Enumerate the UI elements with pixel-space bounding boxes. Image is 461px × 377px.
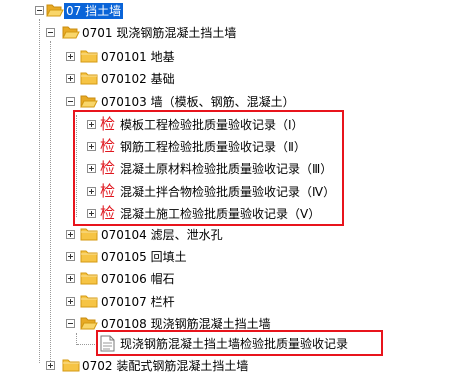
tree-node-label: 0701 现浇钢筋混凝土挡土墙	[82, 26, 237, 40]
expand-icon[interactable]	[87, 120, 96, 129]
doc-item-label: 混凝土施工检验批质量验收记录（Ⅴ）	[120, 207, 321, 221]
doc-item-070108[interactable]: 现浇钢筋混凝土挡土墙检验批质量验收记录	[0, 333, 461, 355]
doc-item[interactable]: 检 混凝土拌合物检验批质量验收记录（Ⅳ）	[0, 181, 461, 203]
doc-item-label: 混凝土拌合物检验批质量验收记录（Ⅳ）	[120, 185, 336, 199]
tree-node-label: 070102 基础	[101, 72, 175, 86]
folder-icon	[80, 270, 98, 285]
expand-icon[interactable]	[87, 164, 96, 173]
folder-icon	[62, 357, 80, 372]
tree-node-label: 0702 装配式钢筋混凝土挡土墙	[82, 359, 249, 373]
tree-node-label: 070105 回填土	[101, 250, 187, 264]
doc-item[interactable]: 检 混凝土施工检验批质量验收记录（Ⅴ）	[0, 203, 461, 225]
tree-node-070104[interactable]: 070104 滤层、泄水孔	[0, 224, 461, 246]
tree-node-label: 07 挡土墙	[64, 3, 124, 19]
tree-node-070102[interactable]: 070102 基础	[0, 68, 461, 90]
inspection-doc-icon: 检	[100, 182, 116, 200]
tree-node-070105[interactable]: 070105 回填土	[0, 246, 461, 268]
tree-node-label: 070106 帽石	[101, 272, 175, 286]
tree-node-label: 070101 地基	[101, 50, 175, 64]
doc-item-label: 混凝土原材料检验批质量验收记录（Ⅲ）	[120, 162, 333, 176]
expand-icon[interactable]	[87, 142, 96, 151]
doc-item-label: 钢筋工程检验批质量验收记录（Ⅱ）	[120, 140, 306, 154]
tree-node-label: 070104 滤层、泄水孔	[101, 228, 223, 242]
folder-icon	[80, 293, 98, 308]
tree-node-070103[interactable]: 070103 墙（模板、钢筋、混凝土）	[0, 91, 461, 113]
collapse-icon[interactable]	[66, 319, 75, 328]
folder-open-icon	[46, 2, 64, 17]
expand-icon[interactable]	[66, 274, 75, 283]
tree-node-070106[interactable]: 070106 帽石	[0, 268, 461, 290]
doc-item[interactable]: 检 混凝土原材料检验批质量验收记录（Ⅲ）	[0, 158, 461, 180]
tree-node-0701[interactable]: 0701 现浇钢筋混凝土挡土墙	[0, 22, 461, 44]
tree-node-label: 070108 现浇钢筋混凝土挡土墙	[101, 317, 271, 331]
tree-node-070101[interactable]: 070101 地基	[0, 46, 461, 68]
expand-icon[interactable]	[66, 74, 75, 83]
tree-node-0702[interactable]: 0702 装配式钢筋混凝土挡土墙	[0, 355, 461, 377]
collapse-icon[interactable]	[46, 28, 55, 37]
doc-item-label: 现浇钢筋混凝土挡土墙检验批质量验收记录	[120, 337, 349, 351]
doc-item-label: 模板工程检验批质量验收记录（Ⅰ）	[120, 118, 304, 132]
collapse-icon[interactable]	[66, 97, 75, 106]
collapse-icon[interactable]	[35, 6, 44, 15]
doc-item[interactable]: 检 钢筋工程检验批质量验收记录（Ⅱ）	[0, 136, 461, 158]
folder-open-icon	[80, 315, 98, 330]
folder-icon	[80, 226, 98, 241]
tree-node-label: 070107 栏杆	[101, 295, 175, 309]
folder-open-icon	[80, 93, 98, 108]
expand-icon[interactable]	[87, 187, 96, 196]
expand-icon[interactable]	[66, 52, 75, 61]
expand-icon[interactable]	[87, 209, 96, 218]
folder-icon	[80, 248, 98, 263]
doc-item[interactable]: 检 模板工程检验批质量验收记录（Ⅰ）	[0, 114, 461, 136]
folder-icon	[80, 48, 98, 63]
expand-icon[interactable]	[46, 361, 55, 370]
inspection-doc-icon: 检	[100, 159, 116, 177]
expand-icon[interactable]	[66, 230, 75, 239]
tree-node-07[interactable]: 07 挡土墙	[0, 0, 461, 22]
tree-node-label: 070103 墙（模板、钢筋、混凝土）	[101, 95, 295, 109]
document-tree: 07 挡土墙 0701 现浇钢筋混凝土挡土墙 070101 地基 070102 …	[0, 0, 461, 373]
tree-node-070108[interactable]: 070108 现浇钢筋混凝土挡土墙	[0, 313, 461, 335]
tree-node-070107[interactable]: 070107 栏杆	[0, 291, 461, 313]
tree-guide-line	[77, 344, 95, 345]
inspection-doc-icon: 检	[100, 115, 116, 133]
expand-icon[interactable]	[66, 252, 75, 261]
inspection-doc-icon: 检	[100, 137, 116, 155]
folder-open-icon	[62, 24, 80, 39]
inspection-doc-icon: 检	[100, 204, 116, 222]
folder-icon	[80, 70, 98, 85]
expand-icon[interactable]	[66, 297, 75, 306]
document-icon	[100, 335, 115, 352]
